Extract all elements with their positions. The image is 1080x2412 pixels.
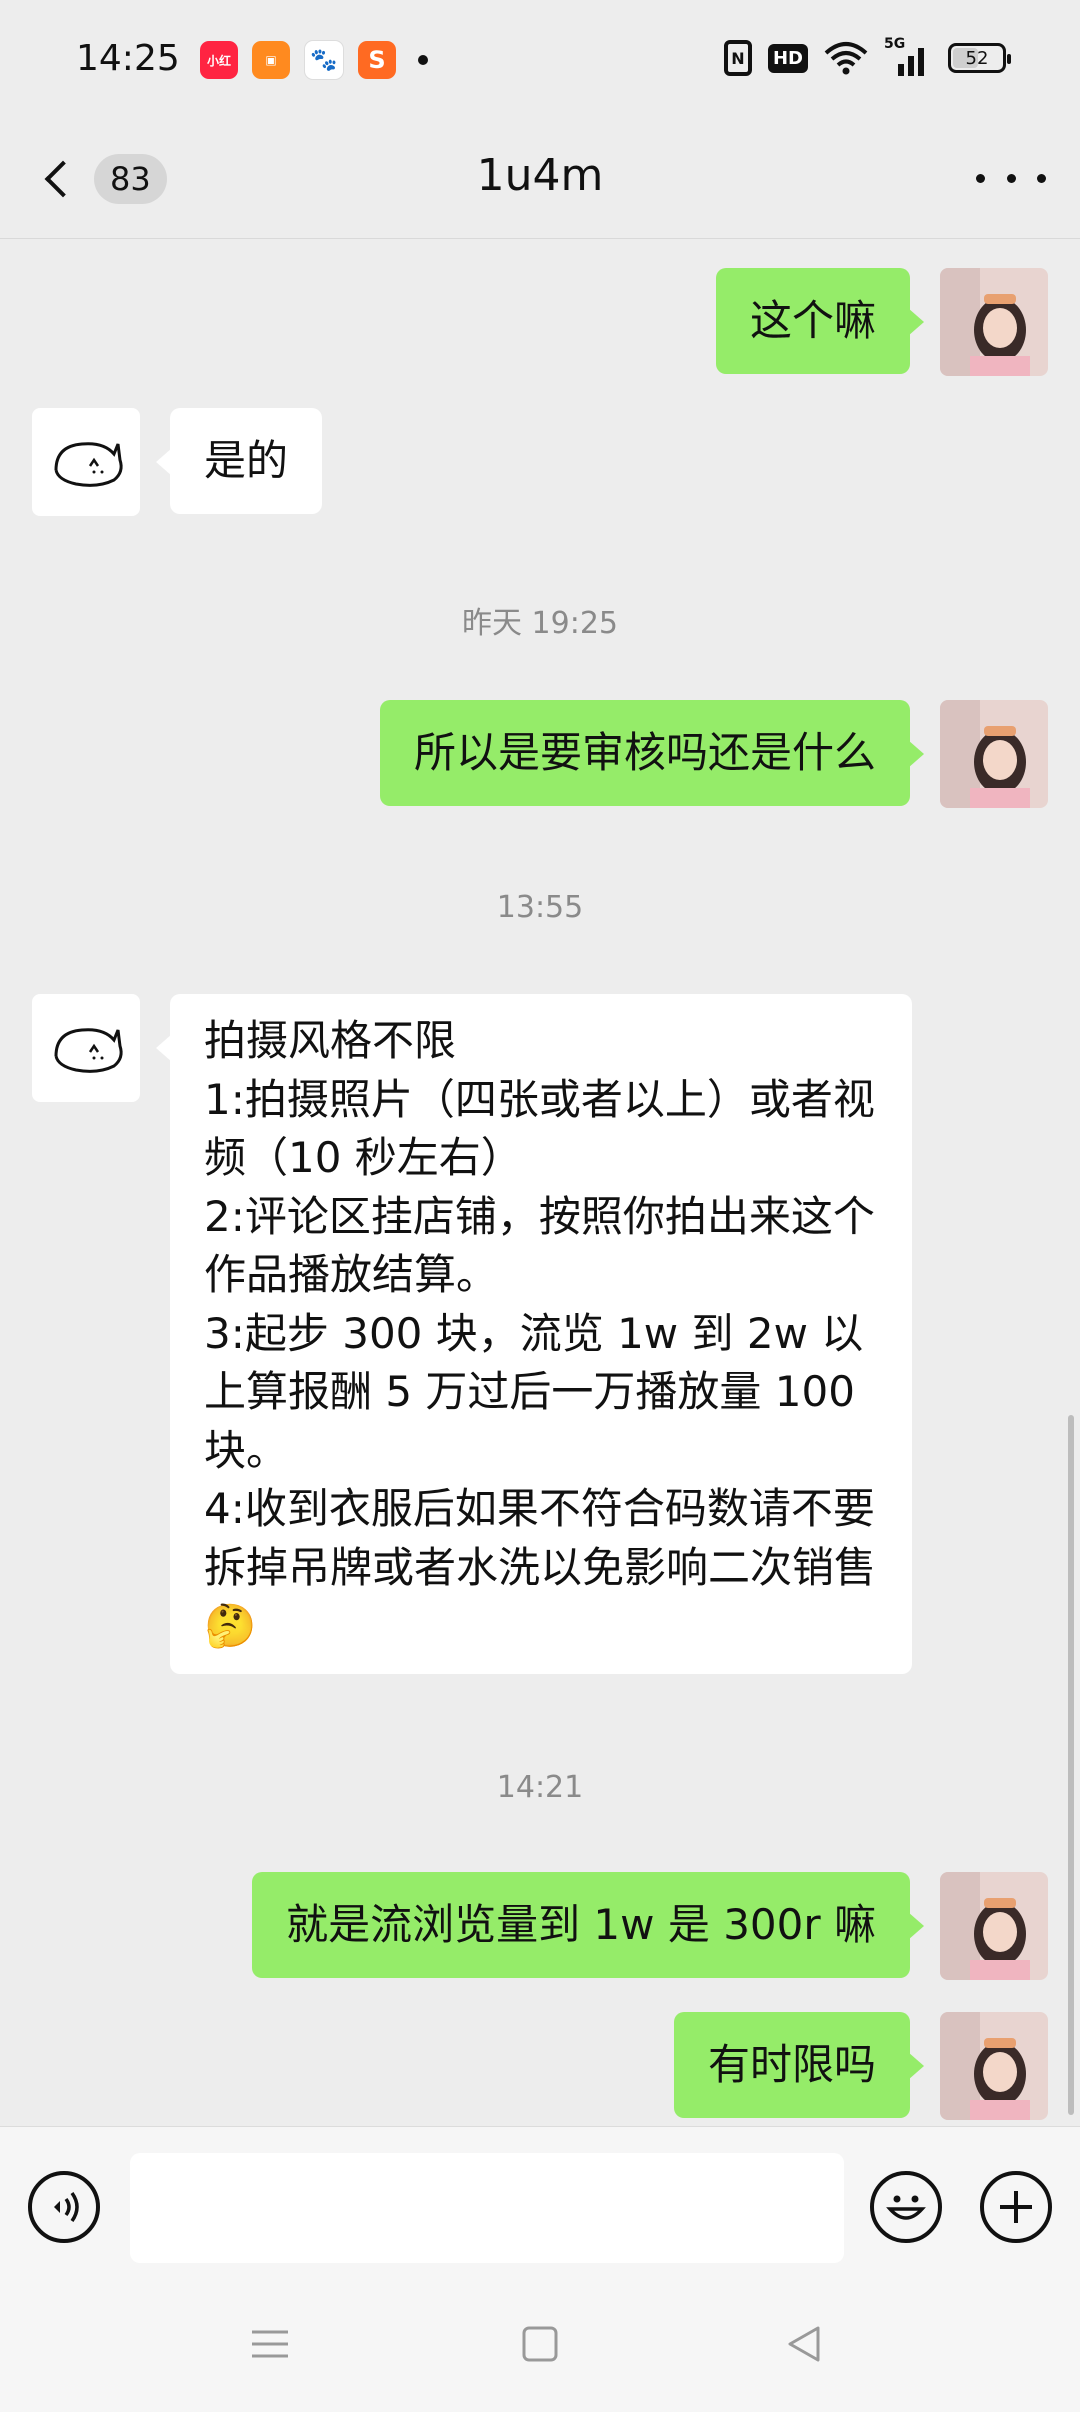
user-photo-avatar <box>940 2012 1048 2120</box>
more-dot-icon <box>1006 173 1016 183</box>
message-bubble-sent[interactable]: 所以是要审核吗还是什么 <box>379 700 925 806</box>
notification-icons: 小红 ▣ 🐾 S <box>200 40 428 80</box>
baidu-icon: 🐾 <box>304 40 344 80</box>
nfc-icon: N <box>723 40 752 76</box>
chat-title: 1u4m <box>476 150 604 201</box>
timestamp: 14:21 <box>496 1770 584 1805</box>
cellular-signal-icon: 5G <box>884 36 932 76</box>
input-bar <box>0 2126 1080 2282</box>
battery-icon: 52 <box>948 43 1011 73</box>
emoji-button[interactable] <box>870 2171 942 2243</box>
status-bar: 14:25 小红 ▣ 🐾 S N HD 5G 52 <box>0 0 1080 120</box>
timestamp: 昨天 19:25 <box>462 606 618 641</box>
timestamp: 13:55 <box>496 890 584 925</box>
chat-scrollbar[interactable] <box>1068 1415 1074 2115</box>
my-avatar[interactable] <box>940 1872 1048 1980</box>
cat-doodle-icon <box>54 1028 123 1073</box>
chat-header: 83 1u4m <box>0 120 1080 239</box>
battery-percent: 52 <box>965 47 989 69</box>
system-icons: N HD 5G 52 <box>723 36 1011 76</box>
message-bubble-sent[interactable]: 这个嘛 <box>715 268 925 374</box>
app-orange-icon: ▣ <box>252 41 290 79</box>
sogou-icon: S <box>358 41 396 79</box>
message-text: 拍摄风格不限 1:拍摄照片（四张或者以上）或者视频（10 秒左右） 2:评论区挂… <box>204 1016 877 1650</box>
user-photo-avatar <box>940 1872 1048 1980</box>
message-text: 是的 <box>204 436 289 485</box>
more-functions-button[interactable] <box>980 2171 1052 2243</box>
smiley-icon <box>886 2195 926 2220</box>
voice-icon <box>54 2191 79 2223</box>
voice-input-button[interactable] <box>28 2171 100 2243</box>
message-bubble-received[interactable]: 拍摄风格不限 1:拍摄照片（四张或者以上）或者视频（10 秒左右） 2:评论区挂… <box>156 994 912 1674</box>
cat-doodle-icon <box>54 442 123 487</box>
wifi-icon <box>824 42 868 75</box>
message-text: 所以是要审核吗还是什么 <box>413 728 876 777</box>
message-text: 有时限吗 <box>707 2040 876 2089</box>
my-avatar[interactable] <box>940 700 1048 808</box>
menu-nav-icon[interactable] <box>250 2324 290 2364</box>
xiaohongshu-icon: 小红 <box>200 41 238 79</box>
message-text: 这个嘛 <box>749 296 876 345</box>
message-text: 就是流浏览量到 1w 是 300r 嘛 <box>286 1900 876 1949</box>
user-photo-avatar <box>940 700 1048 808</box>
message-bubble-received[interactable]: 是的 <box>155 408 323 514</box>
network-type: 5G <box>884 36 906 52</box>
more-notifications-dot <box>418 55 428 65</box>
back-nav-icon[interactable] <box>784 2324 824 2364</box>
status-time: 14:25 <box>76 38 180 79</box>
contact-avatar[interactable] <box>32 408 140 516</box>
message-bubble-sent[interactable]: 有时限吗 <box>673 2012 925 2118</box>
plus-icon <box>1000 2191 1032 2223</box>
message-bubble-sent[interactable]: 就是流浏览量到 1w 是 300r 嘛 <box>252 1872 924 1978</box>
my-avatar[interactable] <box>940 2012 1048 2120</box>
home-nav-icon[interactable] <box>520 2324 560 2364</box>
more-dot-icon <box>1037 173 1046 183</box>
user-photo-avatar <box>940 268 1048 376</box>
system-navigation-bar <box>0 2282 1080 2412</box>
my-avatar[interactable] <box>940 268 1048 376</box>
message-input[interactable] <box>130 2153 844 2263</box>
more-dot-icon <box>976 173 985 183</box>
hd-icon: HD <box>767 43 808 73</box>
contact-avatar[interactable] <box>32 994 140 1102</box>
more-options-button[interactable] <box>976 158 1046 198</box>
